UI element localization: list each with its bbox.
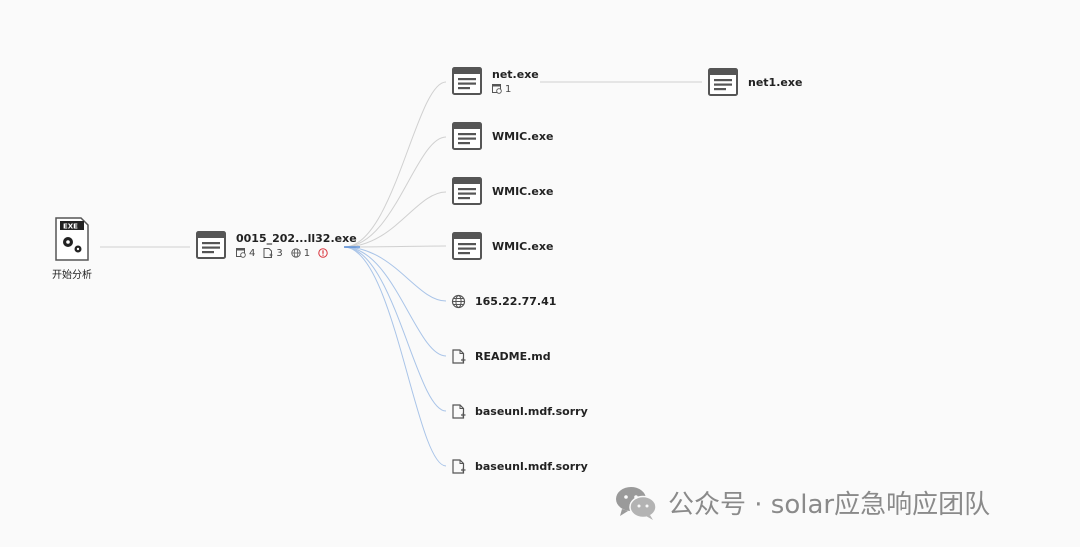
process-window-icon [452, 177, 482, 205]
child-stats: 1 [492, 84, 539, 95]
child-node-readme[interactable]: README.md [451, 349, 551, 364]
edge-main-child [343, 246, 447, 412]
child-label: WMIC.exe [492, 184, 554, 198]
globe-icon [451, 294, 466, 309]
child-label: baseunl.mdf.sorry [475, 460, 588, 473]
child-label: net.exe [492, 67, 539, 81]
process-window-icon [196, 231, 226, 259]
process-tree-canvas: EXE 开始分析 0015_202...ll32.exe 4 3 1 net.e… [0, 0, 1080, 547]
process-window-icon [452, 67, 482, 95]
child-node-wmic-2[interactable]: WMIC.exe [452, 177, 553, 205]
process-count: 4 [249, 247, 256, 259]
child-node-net[interactable]: net.exe 1 [452, 67, 539, 95]
child-node-wmic-1[interactable]: WMIC.exe [452, 122, 553, 150]
edge-main-child [343, 246, 447, 302]
child-label: WMIC.exe [492, 129, 554, 143]
child-node-baseunl-2[interactable]: baseunl.mdf.sorry [451, 459, 588, 474]
edge-main-child [343, 191, 447, 248]
warning-icon [318, 248, 328, 258]
sub-process-count: 1 [505, 83, 512, 95]
process-count-icon [492, 84, 502, 94]
edge-main-child [343, 136, 447, 248]
process-count-icon [236, 248, 246, 258]
main-process-node[interactable]: 0015_202...ll32.exe 4 3 1 [196, 231, 357, 259]
globe-icon [291, 248, 301, 258]
child-node-wmic-3[interactable]: WMIC.exe [452, 232, 553, 260]
process-window-icon [708, 68, 738, 96]
watermark: 公众号 · solar应急响应团队 [614, 484, 990, 521]
warning-stat[interactable] [318, 248, 328, 258]
main-process-stats: 4 3 1 [236, 248, 357, 259]
process-window-icon [452, 232, 482, 260]
process-window-icon [452, 122, 482, 150]
root-node[interactable]: EXE 开始分析 [44, 216, 100, 281]
main-process-name: 0015_202...ll32.exe [236, 231, 357, 245]
network-count-stat: 1 [291, 248, 310, 259]
grandchild-label: net1.exe [748, 75, 803, 89]
child-node-ip[interactable]: 165.22.77.41 [451, 294, 556, 309]
file-count-stat: 3 [263, 247, 283, 259]
child-label: 165.22.77.41 [475, 295, 557, 308]
process-count-stat: 1 [492, 84, 511, 95]
root-label: 开始分析 [52, 270, 92, 281]
file-count: 3 [276, 247, 283, 259]
child-node-baseunl-1[interactable]: baseunl.mdf.sorry [451, 404, 588, 419]
child-label: WMIC.exe [492, 239, 554, 253]
wechat-icon [616, 486, 657, 520]
file-count-icon [263, 248, 273, 258]
child-label: README.md [475, 350, 551, 363]
child-label: baseunl.mdf.sorry [475, 405, 588, 418]
grandchild-node-net1[interactable]: net1.exe [708, 68, 802, 96]
file-add-icon [452, 404, 466, 419]
edge-main-child [343, 246, 447, 467]
file-add-icon [452, 349, 466, 364]
network-count: 1 [303, 247, 311, 259]
exe-badge-text: EXE [63, 223, 78, 231]
edge-main-child [343, 81, 447, 248]
process-count-stat: 4 [236, 248, 255, 259]
exe-file-icon: EXE [55, 217, 89, 261]
edge-main-child [343, 246, 447, 357]
file-add-icon [452, 459, 466, 474]
watermark-text: 公众号 · solar应急响应团队 [668, 490, 991, 520]
